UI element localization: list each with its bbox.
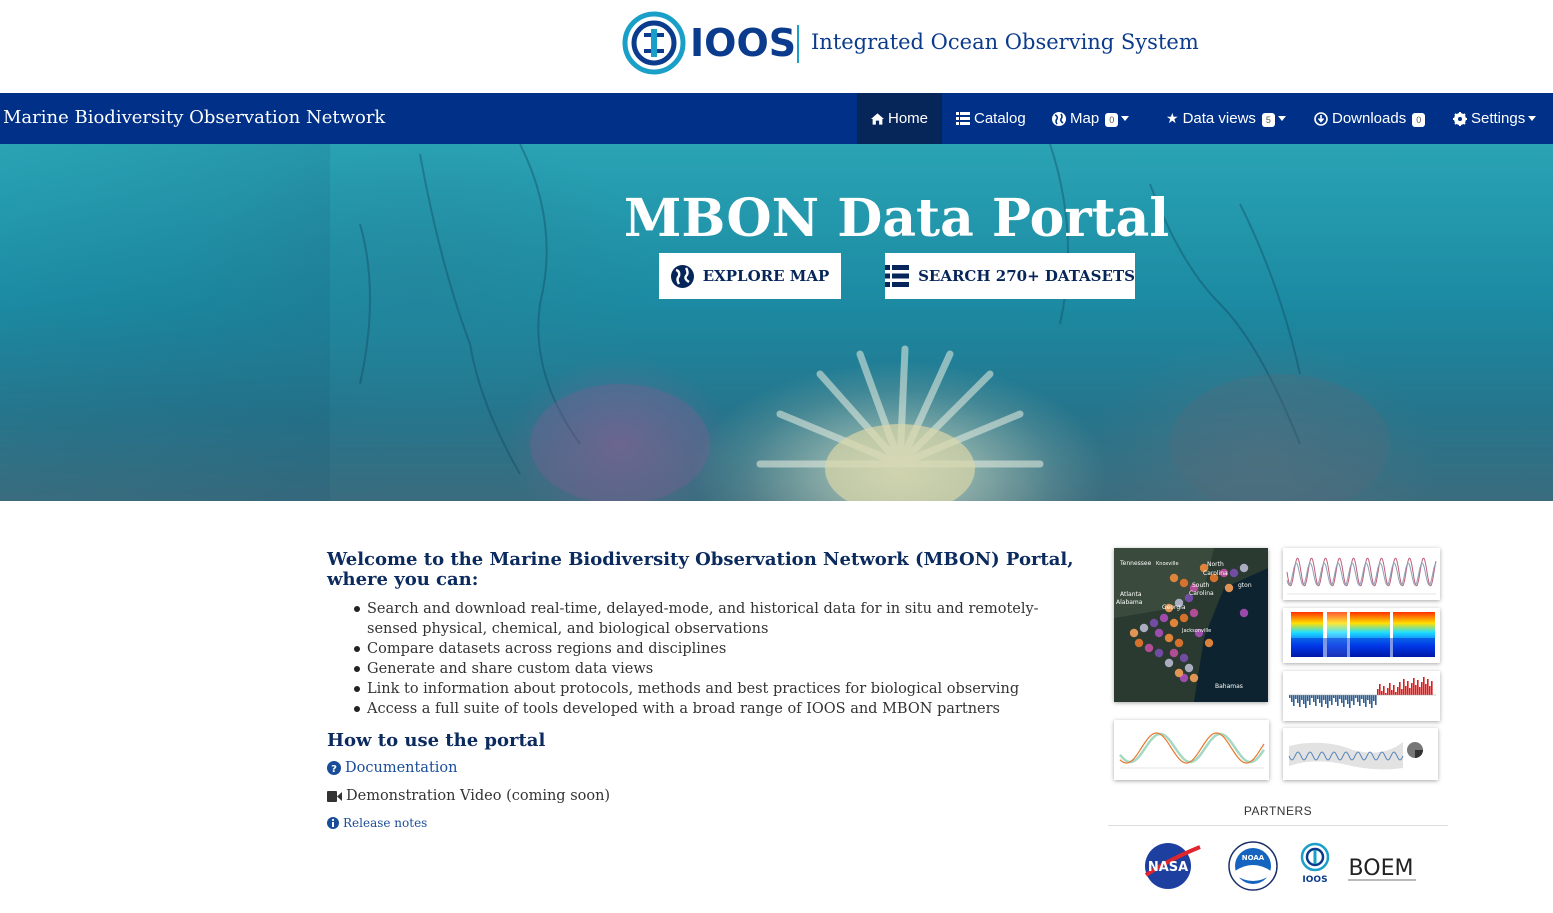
map-label: Atlanta bbox=[1120, 591, 1142, 598]
globe-icon bbox=[1052, 111, 1066, 126]
search-datasets-label: SEARCH 270+ DATASETS bbox=[918, 267, 1135, 285]
hexbin-map-image: Tennessee Knoxville North Carolina South… bbox=[1114, 548, 1268, 702]
band-lines-image bbox=[1283, 728, 1438, 780]
star-icon: ★ bbox=[1166, 110, 1179, 126]
nav-catalog[interactable]: Catalog bbox=[942, 93, 1040, 144]
data-view-thumbnails: Tennessee Knoxville North Carolina South… bbox=[1108, 545, 1448, 790]
search-datasets-button[interactable]: SEARCH 270+ DATASETS bbox=[885, 253, 1135, 299]
ioos-wordmark: IOOS bbox=[690, 21, 797, 65]
documentation-link[interactable]: ? Documentation bbox=[327, 760, 1087, 776]
svg-text:BOEM: BOEM bbox=[1349, 856, 1414, 881]
ioos-mark-icon bbox=[622, 11, 686, 75]
nav-map[interactable]: Map 0 bbox=[1038, 93, 1143, 144]
nav-downloads-label: Downloads bbox=[1332, 110, 1407, 127]
list-item: Search and download real-time, delayed-m… bbox=[353, 599, 1087, 639]
logo-bar: IOOS Integrated Ocean Observing System bbox=[0, 0, 1553, 93]
heatmap-image bbox=[1283, 608, 1440, 663]
list-icon bbox=[956, 112, 970, 125]
release-notes-label: Release notes bbox=[343, 816, 428, 830]
map-label: Alabama bbox=[1116, 599, 1143, 606]
map-label: Bahamas bbox=[1215, 683, 1243, 690]
nasa-logo[interactable]: NASA bbox=[1144, 843, 1201, 889]
navbar-brand[interactable]: Marine Biodiversity Observation Network bbox=[3, 107, 385, 128]
home-icon bbox=[871, 112, 884, 125]
partners-label: PARTNERS bbox=[1243, 804, 1313, 818]
chevron-down-icon bbox=[1528, 116, 1537, 121]
nav-settings-label: Settings bbox=[1471, 110, 1526, 127]
downloads-count-badge: 0 bbox=[1412, 113, 1426, 127]
demo-video-label: Demonstration Video (coming soon) bbox=[346, 788, 611, 804]
main-content: Welcome to the Marine Biodiversity Obser… bbox=[327, 550, 1087, 830]
explore-map-button[interactable]: EXPLORE MAP bbox=[659, 253, 841, 299]
chevron-down-icon bbox=[1121, 116, 1130, 121]
list-item: Generate and share custom data views bbox=[353, 659, 1087, 679]
sine-lines-image bbox=[1283, 548, 1440, 600]
dual-lines-image bbox=[1114, 720, 1269, 780]
svg-text:?: ? bbox=[331, 764, 337, 775]
ioos-tagline: Integrated Ocean Observing System bbox=[811, 30, 1199, 54]
howto-heading: How to use the portal bbox=[327, 730, 546, 751]
demo-video-item: Demonstration Video (coming soon) bbox=[327, 788, 1087, 804]
nav-data-views[interactable]: ★ Data views 5 bbox=[1152, 93, 1300, 144]
nav-map-label: Map bbox=[1070, 110, 1100, 127]
anomaly-bars-image bbox=[1283, 671, 1440, 721]
svg-text:NASA: NASA bbox=[1148, 860, 1188, 875]
nav-data-views-label: Data views bbox=[1182, 110, 1256, 127]
map-count-badge: 0 bbox=[1105, 113, 1119, 127]
info-circle-icon bbox=[327, 817, 339, 829]
nav-home[interactable]: Home bbox=[857, 93, 942, 144]
timeseries-thumbnail[interactable] bbox=[1283, 548, 1440, 600]
hero-title: MBON Data Portal bbox=[623, 188, 1170, 249]
map-label: Jacksonville bbox=[1181, 628, 1211, 634]
map-label: South bbox=[1192, 582, 1210, 589]
documentation-label: Documentation bbox=[345, 760, 458, 776]
welcome-heading: Welcome to the Marine Biodiversity Obser… bbox=[327, 549, 1074, 590]
map-label: North bbox=[1207, 561, 1224, 568]
map-label: Knoxville bbox=[1156, 561, 1179, 567]
boem-logo[interactable]: BOEM bbox=[1348, 856, 1416, 881]
map-label: Georgia bbox=[1162, 604, 1186, 611]
download-icon bbox=[1314, 111, 1328, 126]
globe-icon bbox=[670, 264, 694, 288]
list-item: Link to information about protocols, met… bbox=[353, 679, 1087, 699]
data-views-count-badge: 5 bbox=[1261, 113, 1275, 127]
release-notes-link[interactable]: Release notes bbox=[327, 816, 1087, 830]
hero-banner: MBON Data Portal EXPLORE MAP SEARCH 270+… bbox=[0, 144, 1553, 501]
list-item: Compare datasets across regions and disc… bbox=[353, 639, 1087, 659]
list-icon bbox=[885, 265, 910, 287]
question-circle-icon: ? bbox=[327, 761, 341, 775]
list-item: Access a full suite of tools developed w… bbox=[353, 699, 1087, 719]
map-label: Carolina bbox=[1203, 570, 1228, 577]
navbar: Marine Biodiversity Observation Network … bbox=[0, 93, 1553, 144]
map-label: Tennessee bbox=[1119, 560, 1152, 567]
nav-home-label: Home bbox=[887, 110, 928, 127]
svg-text:NOAA: NOAA bbox=[1242, 854, 1265, 862]
feature-list: Search and download real-time, delayed-m… bbox=[353, 599, 1087, 719]
map-thumbnail[interactable]: Tennessee Knoxville North Carolina South… bbox=[1114, 548, 1268, 702]
partner-logos: NASA NOAA IOOS BOEM bbox=[1108, 835, 1448, 895]
chevron-down-icon bbox=[1277, 116, 1286, 121]
video-camera-icon bbox=[327, 790, 342, 802]
anomaly-thumbnail[interactable] bbox=[1283, 671, 1440, 721]
logo-divider bbox=[797, 25, 799, 63]
map-label: gton bbox=[1238, 582, 1252, 589]
nav-catalog-label: Catalog bbox=[974, 110, 1026, 127]
temperature-thumbnail[interactable] bbox=[1114, 720, 1269, 780]
svg-text:IOOS: IOOS bbox=[1302, 875, 1327, 885]
nav-settings[interactable]: Settings bbox=[1439, 93, 1550, 144]
nav-downloads[interactable]: Downloads 0 bbox=[1300, 93, 1439, 144]
map-label: Carolina bbox=[1189, 590, 1214, 597]
climatology-thumbnail[interactable] bbox=[1283, 728, 1438, 780]
ioos-partner-logo[interactable]: IOOS bbox=[1300, 842, 1330, 885]
partners-divider bbox=[1108, 825, 1448, 826]
explore-map-label: EXPLORE MAP bbox=[702, 267, 830, 285]
noaa-logo[interactable]: NOAA bbox=[1228, 841, 1278, 891]
heatmap-thumbnail[interactable] bbox=[1283, 608, 1440, 663]
gear-icon bbox=[1453, 111, 1467, 126]
ioos-logo[interactable]: IOOS Integrated Ocean Observing System bbox=[622, 11, 1199, 79]
